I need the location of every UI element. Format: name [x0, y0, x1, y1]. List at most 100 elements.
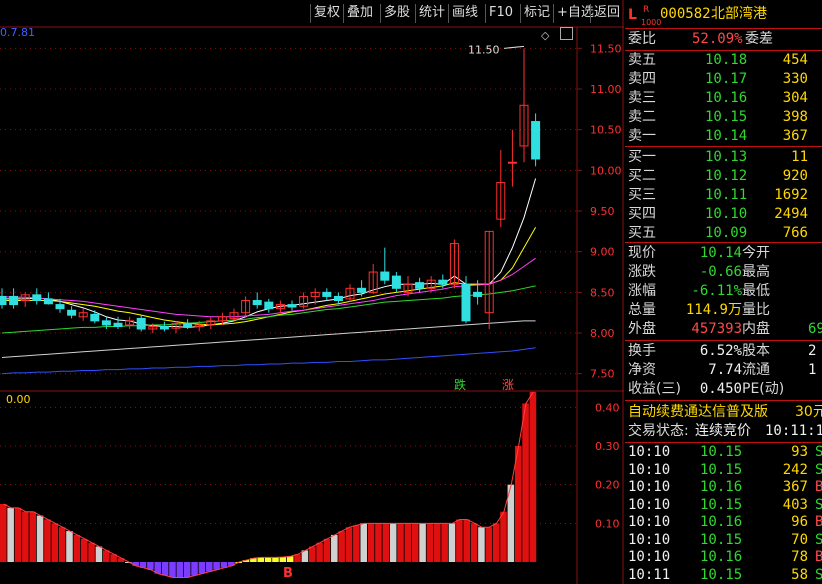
candle-body [264, 301, 274, 310]
tick-volume: 367 [782, 479, 808, 495]
ad-banner[interactable]: 自动续费通达信普及版 30元 [625, 403, 822, 422]
bids-row[interactable]: 买一 10.13 11 [625, 148, 822, 167]
candle-body [159, 326, 169, 330]
indicator-tick-label: 0.40 [595, 401, 620, 414]
indicator-bar [88, 542, 95, 562]
stock-name[interactable]: 北部湾港 [711, 5, 767, 24]
toolbar-button[interactable]: 叠加 [347, 3, 373, 23]
toolbar-separator [485, 4, 486, 23]
indicator-bar [169, 562, 176, 578]
quote-value: -6.11% [691, 283, 742, 299]
bids-row[interactable]: 买五 10.09 766 [625, 224, 822, 243]
stock-code[interactable]: 000582 [660, 5, 711, 24]
price-tick-label: 9.50 [590, 205, 615, 218]
toolbar-button[interactable]: 复权 [314, 3, 340, 23]
tick-price: 10.16 [700, 514, 743, 530]
indicator-bar [272, 557, 279, 562]
order-ratio-row: 委比 52.09% 委差 [628, 31, 773, 47]
tick-row: 10:10 10.15 403 S [625, 496, 822, 515]
indicator-bar [382, 523, 390, 562]
asks-row[interactable]: 卖四 10.17 330 [625, 70, 822, 89]
candle-body [322, 291, 332, 297]
toolbar-button[interactable]: +自选 [557, 3, 594, 23]
tick-volume: 78 [791, 549, 808, 565]
indicator-bar [286, 556, 294, 562]
chart-options-icon[interactable]: ◇ [541, 29, 549, 42]
candle-body [0, 295, 7, 306]
asks-row[interactable]: 卖三 10.16 304 [625, 89, 822, 108]
indicator-bar [308, 546, 316, 562]
asks-row[interactable]: 卖五 10.18 454 [625, 51, 822, 70]
trade-status-row: 交易状态: 连续竞价 10:11:12 [625, 422, 822, 441]
bids-row[interactable]: 买三 10.11 1692 [625, 186, 822, 205]
asks-row[interactable]: 卖一 10.14 367 [625, 127, 822, 146]
quote-row: 涨跌 -0.66 最高 [628, 264, 770, 280]
bids-price: 10.09 [705, 225, 748, 241]
indicator-bar [95, 546, 103, 562]
bids-volume: 920 [782, 168, 808, 184]
stock-header: L R 1000 000582 北部湾港 [625, 4, 822, 27]
asks-row[interactable]: 卖二 10.15 398 [625, 108, 822, 127]
tick-volume: 93 [791, 444, 808, 460]
price-tick-label: 8.50 [590, 286, 615, 299]
candle-body [32, 294, 42, 302]
tick-price: 10.16 [700, 549, 743, 565]
indicator-bar [514, 446, 522, 562]
toolbar-button[interactable]: 统计 [419, 3, 445, 23]
toolbar-button[interactable]: 标记 [524, 3, 550, 23]
indicator-bar [51, 523, 59, 562]
indicator-bar [7, 507, 14, 562]
toolbar-button[interactable]: 多股 [384, 3, 410, 23]
price-tick-label: 7.50 [590, 368, 615, 381]
indicator-bar [492, 523, 500, 562]
tick-volume: 70 [791, 531, 808, 548]
tick-side: S [815, 531, 822, 548]
bids-row[interactable]: 买四 10.10 2494 [625, 205, 822, 224]
toolbar-separator [343, 4, 344, 23]
tick-row: 10:10 10.16 96 B [625, 513, 822, 532]
kline-chart[interactable]: 11.50 11.00 10.50 10.00 9.50 9.00 8.50 8.00 7.50… [0, 0, 624, 584]
indicator-bar [419, 523, 426, 562]
l-mark: L [628, 7, 637, 23]
toolbar-button[interactable]: 画线 [452, 3, 478, 23]
kline-panel[interactable]: 11.50 11.00 10.50 10.00 9.50 9.00 8.50 8.00 7.50… [0, 0, 624, 584]
indicator-bar [331, 534, 338, 562]
asks-price: 10.16 [705, 90, 748, 106]
asks-price: 10.14 [705, 128, 748, 144]
asks-volume: 398 [782, 109, 808, 125]
candle-body [415, 282, 425, 289]
quote-value: 114.9万 [685, 302, 742, 318]
quote-row: 总量 114.9万 量比 [628, 302, 770, 318]
trade-state: 连续竞价 [695, 423, 751, 439]
tick-side: B [815, 479, 822, 495]
bids-row[interactable]: 买二 10.12 920 [625, 167, 822, 186]
tick-volume: 403 [782, 496, 808, 513]
indicator-bar [29, 511, 36, 562]
tick-time: 10:10 [628, 479, 671, 495]
indicator-bar [448, 523, 456, 562]
indicator-bar [522, 403, 529, 562]
asks-volume: 367 [782, 128, 808, 144]
price-tick-label: 8.00 [590, 327, 615, 340]
tick-time: 10:10 [628, 514, 671, 530]
moving-average-line [1, 320, 536, 358]
ad-price: 30元 [795, 404, 822, 420]
tick-side: S [815, 496, 822, 513]
indicator-bar [367, 523, 375, 562]
chart-collapse-icon[interactable] [560, 27, 573, 40]
indicator-tick-label: 0.30 [595, 440, 620, 453]
indicator-bar [323, 538, 331, 562]
indicator-bar [191, 562, 198, 576]
bids-volume: 766 [782, 225, 808, 241]
tick-volume: 58 [791, 566, 808, 583]
toolbar-button[interactable]: 返回 [594, 3, 620, 23]
toolbar-separator [590, 4, 591, 23]
toolbar-button[interactable]: F10 [489, 3, 513, 23]
indicator-tick-label: 0.10 [595, 517, 620, 530]
candle-body [67, 309, 77, 316]
indicator-bar [360, 523, 368, 562]
chart-corner-label: 0.7.81 [0, 26, 35, 39]
indicator-bar [375, 523, 382, 562]
fundamental-row: 换手 6.52% 股本 2 [628, 343, 817, 359]
bids-volume: 1692 [774, 187, 808, 203]
